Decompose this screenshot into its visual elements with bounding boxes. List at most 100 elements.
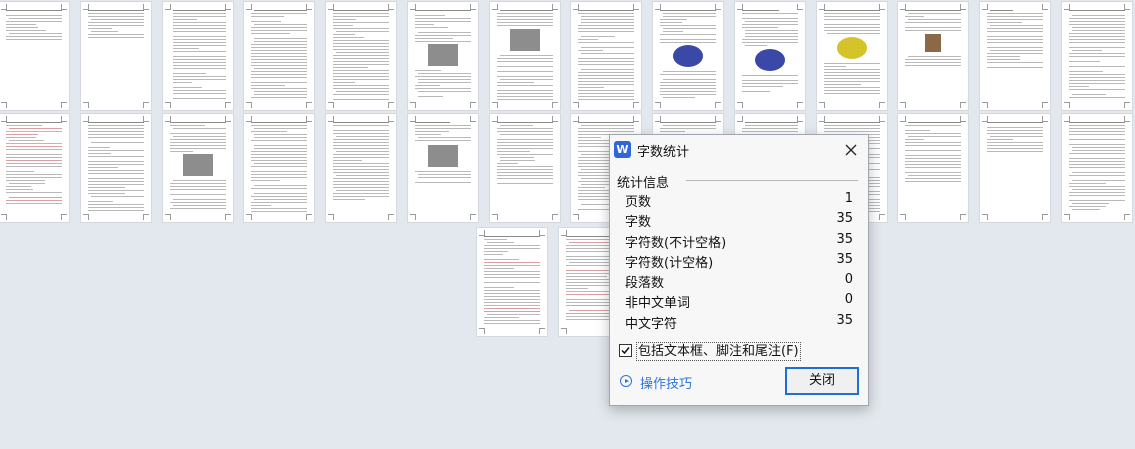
text-line — [987, 130, 1043, 131]
text-line — [496, 58, 553, 59]
stat-row-chinese-chars: 中文字符 35 — [625, 311, 853, 332]
crop-mark — [224, 214, 231, 220]
text-line — [565, 288, 588, 289]
include-textbox-checkbox[interactable] — [619, 344, 632, 357]
text-line — [251, 16, 285, 17]
text-line — [499, 10, 553, 11]
close-button[interactable]: 关闭 — [785, 367, 859, 395]
text-line — [169, 145, 226, 146]
text-line — [496, 66, 553, 67]
text-line — [823, 30, 880, 31]
text-line — [496, 61, 553, 62]
text-line — [663, 16, 716, 17]
text-line — [823, 84, 861, 85]
text-line — [169, 122, 226, 123]
page-thumbnail[interactable] — [244, 2, 315, 110]
text-line — [578, 39, 599, 40]
close-x-icon[interactable] — [840, 139, 862, 161]
text-line — [741, 13, 798, 14]
page-thumbnail[interactable] — [326, 2, 396, 110]
text-line — [744, 45, 767, 46]
text-line — [6, 134, 38, 135]
page-thumbnail[interactable] — [571, 2, 642, 110]
stat-value: 35 — [836, 231, 853, 247]
text-line — [1071, 180, 1125, 181]
text-line — [6, 149, 62, 150]
text-line — [1071, 172, 1125, 173]
crop-mark — [388, 214, 394, 220]
text-line — [660, 25, 716, 26]
page-thumbnail[interactable] — [80, 2, 151, 110]
text-line — [744, 33, 798, 34]
page-thumbnail[interactable] — [734, 2, 805, 110]
page-thumbnail[interactable] — [898, 2, 969, 110]
text-line — [254, 148, 308, 149]
page-thumbnail[interactable] — [407, 2, 478, 110]
page-thumbnail[interactable] — [0, 114, 69, 222]
page-thumbnail[interactable] — [326, 114, 396, 222]
text-line — [251, 71, 308, 72]
page-thumbnail[interactable] — [980, 2, 1050, 110]
checkmark-icon — [621, 347, 630, 355]
text-line — [254, 199, 308, 200]
text-line — [499, 157, 534, 158]
text-line — [333, 145, 389, 146]
crop-mark — [164, 214, 171, 220]
text-line — [87, 128, 144, 129]
text-line — [251, 53, 308, 54]
text-line — [87, 178, 144, 179]
page-thumbnail[interactable] — [489, 2, 560, 110]
text-line — [6, 39, 62, 40]
text-line — [87, 134, 144, 135]
text-line — [660, 91, 716, 92]
text-line — [172, 136, 226, 137]
text-line — [578, 50, 604, 51]
tips-label[interactable]: 操作技巧 — [640, 373, 692, 392]
text-line — [254, 128, 308, 129]
text-line — [578, 93, 635, 94]
text-line — [496, 145, 553, 146]
page-thumbnail[interactable] — [407, 114, 478, 222]
page-thumbnail[interactable] — [0, 2, 69, 110]
text-line — [251, 85, 286, 86]
text-line — [908, 122, 962, 123]
wps-app-icon: W — [614, 141, 631, 158]
text-line — [333, 61, 389, 62]
page-thumbnail[interactable] — [1061, 2, 1132, 110]
text-line — [823, 93, 880, 94]
dialog-titlebar[interactable]: W 字数统计 — [610, 135, 868, 163]
text-line — [87, 161, 144, 162]
text-line — [333, 94, 389, 95]
page-thumbnail[interactable] — [816, 2, 887, 110]
text-line — [333, 46, 389, 47]
text-line — [254, 41, 308, 42]
text-line — [172, 98, 226, 99]
page-thumbnail[interactable] — [980, 114, 1050, 222]
text-line — [496, 122, 553, 123]
crop-mark — [960, 214, 967, 220]
crop-mark — [818, 102, 825, 108]
page-thumbnail[interactable] — [898, 114, 969, 222]
text-line — [496, 85, 553, 86]
crop-mark — [409, 102, 416, 108]
page-thumbnail[interactable] — [1061, 114, 1132, 222]
text-line — [1068, 97, 1125, 98]
text-line — [744, 21, 798, 22]
page-thumbnail[interactable] — [489, 114, 560, 222]
text-line — [87, 207, 144, 208]
page-thumbnail[interactable] — [162, 2, 233, 110]
text-line — [905, 65, 962, 66]
text-line — [987, 28, 1043, 29]
include-textbox-label[interactable]: 包括文本框、脚注和尾注(F) — [636, 342, 801, 361]
text-line — [414, 171, 471, 172]
text-line — [1071, 50, 1102, 51]
page-thumbnail[interactable] — [653, 2, 723, 110]
text-line — [333, 166, 389, 167]
page-thumbnail[interactable] — [477, 228, 547, 336]
text-line — [826, 33, 880, 34]
text-line — [6, 122, 62, 123]
page-thumbnail[interactable] — [80, 114, 151, 222]
page-thumbnail[interactable] — [162, 114, 233, 222]
page-thumbnail[interactable] — [244, 114, 315, 222]
text-line — [660, 34, 716, 35]
